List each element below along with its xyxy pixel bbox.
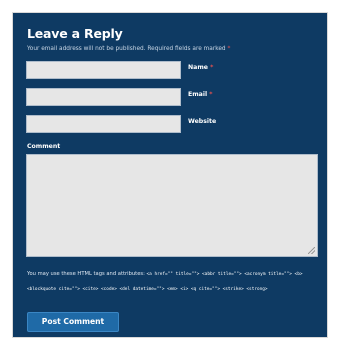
email-notice-text: Your email address will not be published…	[27, 46, 226, 52]
required-marker: *	[227, 46, 231, 52]
name-required-marker: *	[210, 64, 214, 71]
comment-textarea[interactable]	[26, 154, 318, 257]
name-label-text: Name	[188, 64, 208, 71]
reply-heading: Leave a Reply	[27, 26, 123, 41]
allowed-tags-intro: You may use these HTML tags and attribut…	[27, 271, 145, 277]
email-input[interactable]	[26, 88, 181, 106]
name-input[interactable]	[26, 61, 181, 79]
email-label: Email *	[188, 91, 213, 98]
post-comment-button[interactable]: Post Comment	[27, 312, 119, 332]
allowed-tags-note: You may use these HTML tags and attribut…	[27, 267, 319, 297]
resize-handle-icon[interactable]	[308, 247, 315, 254]
website-label-text: Website	[188, 118, 217, 125]
email-required-marker: *	[209, 91, 213, 98]
comment-form-panel: Leave a Reply Your email address will no…	[12, 12, 328, 338]
website-input[interactable]	[26, 115, 181, 133]
email-notice: Your email address will not be published…	[27, 46, 230, 52]
email-label-text: Email	[188, 91, 208, 98]
comment-label: Comment	[27, 143, 61, 150]
name-label: Name *	[188, 64, 213, 71]
website-label: Website	[188, 118, 216, 125]
